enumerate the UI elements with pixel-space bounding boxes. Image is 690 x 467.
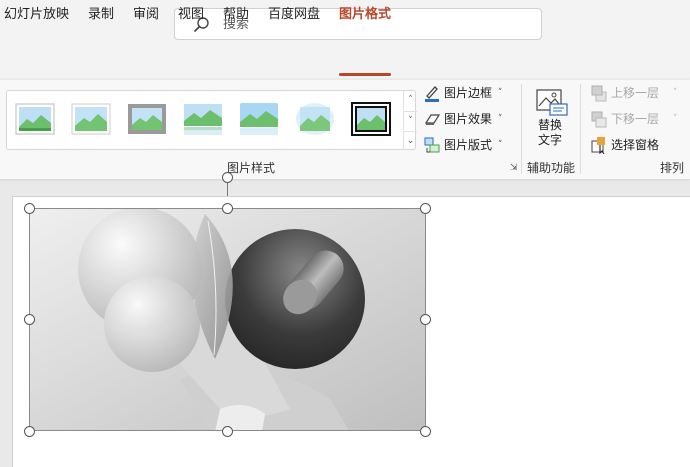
chevron-down-icon: ˅	[498, 140, 503, 150]
active-tab-indicator	[339, 73, 391, 76]
tab-record[interactable]: 录制	[88, 6, 114, 24]
resize-handle-top-center[interactable]	[222, 203, 233, 214]
group-divider	[521, 84, 522, 174]
alt-text-button[interactable]: 替换 文字	[530, 86, 574, 154]
bring-forward-icon	[591, 85, 607, 102]
style-thumb-thick-matte[interactable]	[127, 101, 167, 137]
gallery-scroll-down-button[interactable]: ˅	[403, 111, 417, 130]
group-label-picture-styles: 图片样式	[227, 161, 276, 175]
picture-border-icon	[425, 86, 439, 102]
resize-handle-middle-left[interactable]	[24, 314, 35, 325]
resize-handle-bottom-right[interactable]	[420, 426, 431, 437]
alt-text-icon	[536, 89, 568, 116]
style-thumb-reflected[interactable]	[183, 101, 223, 137]
send-backward-button[interactable]: 下移一层 ˅	[591, 108, 686, 130]
style-thumb-simple-frame[interactable]	[15, 101, 55, 137]
picture-layout-icon	[424, 137, 440, 153]
picture-content-image	[30, 209, 425, 430]
selected-picture[interactable]	[29, 208, 426, 431]
send-backward-icon	[591, 111, 607, 128]
dialog-launcher-icon[interactable]: ⇲	[510, 164, 519, 173]
style-thumb-soft-frame[interactable]	[71, 101, 111, 137]
alt-text-label-line2: 文字	[538, 133, 563, 147]
resize-handle-bottom-center[interactable]	[222, 426, 233, 437]
group-label-arrange: 排列	[660, 161, 685, 175]
tab-slideshow[interactable]: 幻灯片放映	[4, 6, 69, 24]
selection-pane-icon	[591, 137, 605, 154]
tab-view[interactable]: 视图	[178, 6, 204, 24]
picture-layout-button[interactable]: 图片版式 ˅	[424, 134, 514, 156]
chevron-down-icon: ˅	[498, 88, 503, 98]
chevron-down-icon: ˅	[673, 88, 678, 98]
tab-help[interactable]: 帮助	[223, 6, 249, 24]
chevron-down-icon: ˅	[498, 114, 503, 124]
style-thumb-double-frame-black[interactable]	[351, 101, 391, 137]
group-divider	[580, 84, 581, 174]
style-thumb-soft-glow[interactable]	[239, 101, 279, 137]
selection-pane-button[interactable]: 选择窗格	[591, 134, 686, 156]
resize-handle-middle-right[interactable]	[420, 314, 431, 325]
gallery-expand-button[interactable]: ⌄	[403, 131, 417, 150]
tab-review[interactable]: 审阅	[133, 6, 159, 24]
group-label-accessibility: 辅助功能	[527, 161, 576, 175]
gallery-scroll-up-button[interactable]: ˄	[403, 91, 417, 110]
ribbon: ˄ ˅ ⌄ 图片边框 ˅ 图片效果 ˅ 图片版式 ˅ 图片样式 ⇲ 替换 文字 …	[0, 80, 690, 180]
rotation-handle[interactable]	[222, 172, 233, 183]
picture-effects-icon	[424, 114, 440, 125]
tab-picture-format[interactable]: 图片格式	[339, 6, 391, 24]
bring-forward-button[interactable]: 上移一层 ˅	[591, 82, 686, 104]
resize-handle-bottom-left[interactable]	[24, 426, 35, 437]
picture-styles-gallery[interactable]: ˄ ˅ ⌄	[6, 90, 417, 150]
picture-effects-button[interactable]: 图片效果 ˅	[424, 108, 514, 130]
alt-text-label-line1: 替换	[538, 118, 563, 132]
tab-baidu-netdisk[interactable]: 百度网盘	[268, 6, 320, 24]
resize-handle-top-left[interactable]	[24, 203, 35, 214]
chevron-down-icon: ˅	[673, 114, 678, 124]
picture-border-button[interactable]: 图片边框 ˅	[424, 82, 514, 104]
resize-handle-top-right[interactable]	[420, 203, 431, 214]
style-thumb-soft-oval[interactable]	[295, 101, 335, 137]
